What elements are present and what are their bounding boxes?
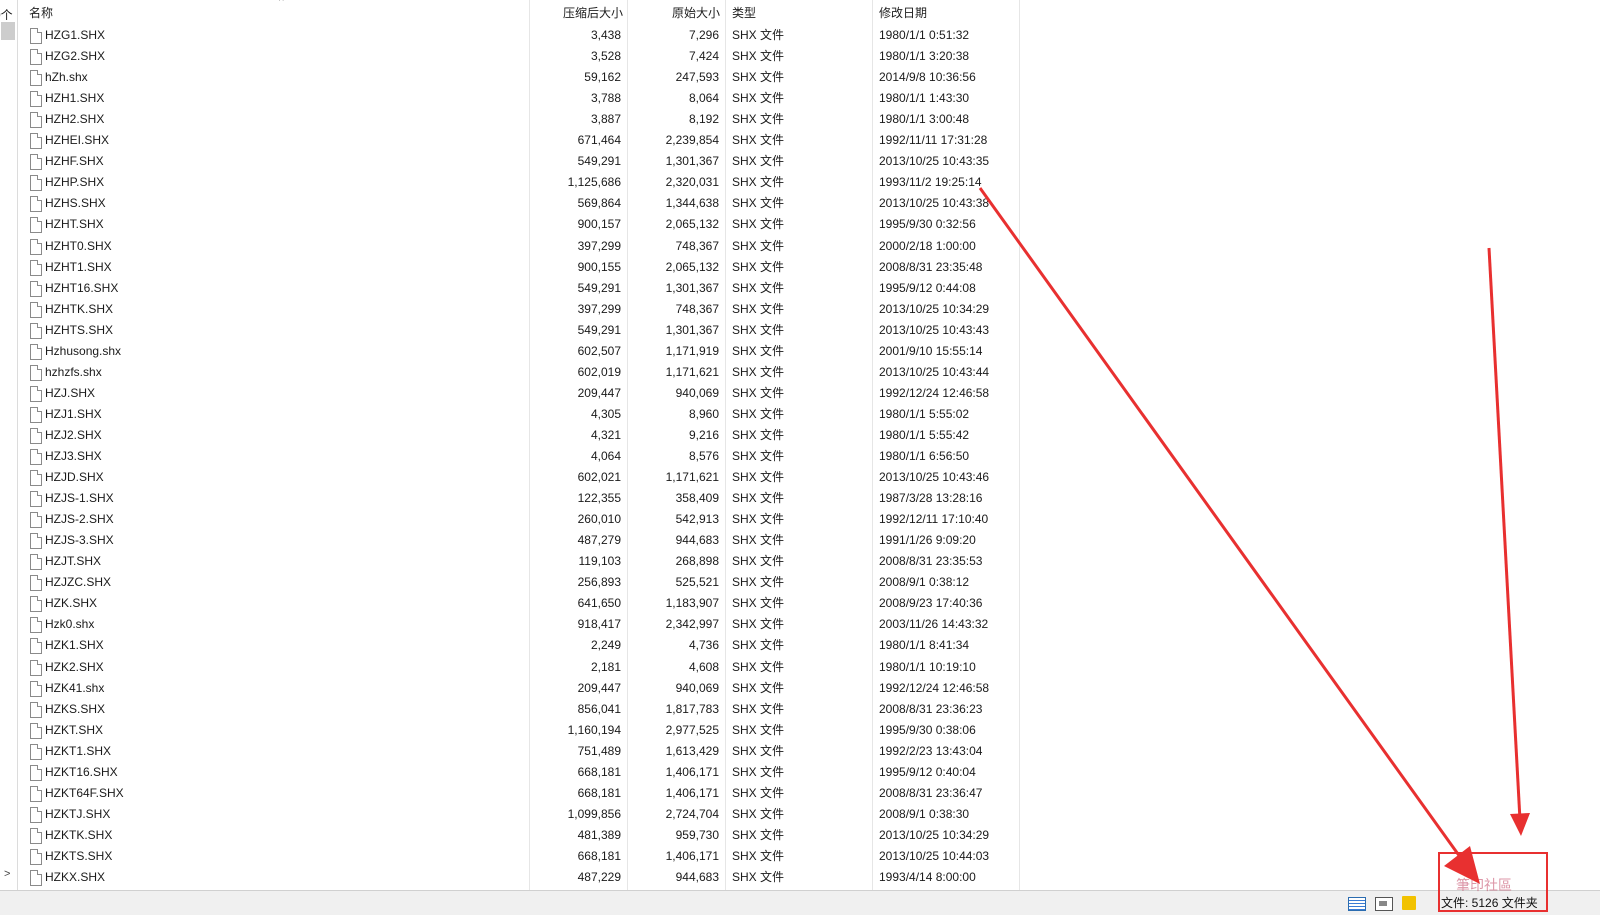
annotation-arrow-diagonal [978, 187, 1470, 869]
annotation-arrow-vertical [1487, 247, 1522, 821]
annotation-arrowhead-diagonal [1444, 846, 1480, 884]
annotation-arrows [978, 187, 1530, 884]
annotation-arrowhead-vertical [1510, 813, 1530, 836]
